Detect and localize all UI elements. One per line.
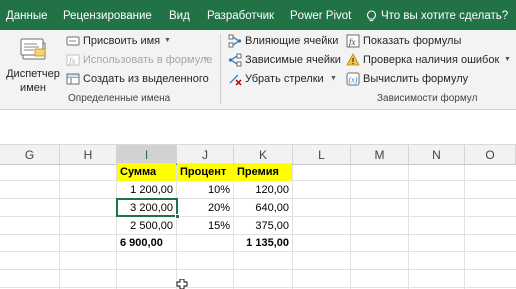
column-header-l[interactable]: L bbox=[293, 145, 351, 165]
formula-auditing-group-label: Зависимости формул bbox=[377, 93, 478, 104]
error-check-icon bbox=[346, 53, 360, 66]
total-cell-percent[interactable] bbox=[177, 234, 233, 252]
svg-text:(x): (x) bbox=[349, 76, 358, 85]
error-checking-button[interactable]: Проверка наличия ошибок ▼ bbox=[346, 51, 512, 69]
grid-line bbox=[59, 165, 60, 289]
header-cell-bonus[interactable]: Премия bbox=[234, 163, 292, 181]
remove-arrows-label: Убрать стрелки bbox=[245, 73, 324, 85]
total-cell-sum[interactable]: 6 900,00 bbox=[117, 234, 176, 252]
ribbon-tab-bar: Данные Рецензирование Вид Разработчик Po… bbox=[0, 0, 516, 30]
column-header-m[interactable]: M bbox=[351, 145, 409, 165]
error-checking-label: Проверка наличия ошибок bbox=[363, 54, 500, 66]
table-cell[interactable]: 375,00 bbox=[234, 217, 292, 235]
evaluate-formula-icon: (x) bbox=[346, 72, 360, 86]
create-from-selection-button[interactable]: Создать из выделенного bbox=[66, 70, 212, 88]
svg-text:fx: fx bbox=[349, 37, 356, 47]
trace-dependents-icon bbox=[228, 53, 242, 67]
assign-name-button[interactable]: Присвоить имя ▼ bbox=[66, 32, 178, 50]
tell-me-search[interactable]: Что вы хотите сделать? bbox=[366, 0, 508, 30]
tab-view[interactable]: Вид bbox=[169, 0, 190, 30]
column-header-n[interactable]: N bbox=[409, 145, 465, 165]
use-in-formula-button[interactable]: fx Использовать в формуле ▼ bbox=[66, 51, 213, 69]
trace-dependents-button[interactable]: Зависимые ячейки bbox=[228, 51, 341, 69]
grid-line bbox=[0, 269, 516, 270]
column-header-o[interactable]: O bbox=[465, 145, 516, 165]
tab-data[interactable]: Данные bbox=[6, 0, 48, 30]
table-cell[interactable]: 15% bbox=[177, 217, 233, 235]
table-cell[interactable]: 640,00 bbox=[234, 199, 292, 217]
name-manager-icon bbox=[20, 38, 46, 60]
evaluate-formula-button[interactable]: (x) Вычислить формулу bbox=[346, 70, 469, 88]
tab-developer[interactable]: Разработчик bbox=[207, 0, 274, 30]
table-cell[interactable]: 20% bbox=[177, 199, 233, 217]
evaluate-formula-label: Вычислить формулу bbox=[363, 73, 469, 85]
name-manager-label-2: имен bbox=[20, 82, 46, 94]
chevron-down-icon: ▼ bbox=[330, 75, 337, 82]
group-separator bbox=[220, 34, 221, 104]
show-formulas-label: Показать формулы bbox=[363, 35, 462, 47]
column-header-j[interactable]: J bbox=[177, 145, 234, 165]
column-header-k[interactable]: K bbox=[234, 145, 293, 165]
tab-review[interactable]: Рецензирование bbox=[63, 0, 152, 30]
show-formulas-button[interactable]: fx Показать формулы bbox=[346, 32, 466, 50]
grid-line bbox=[292, 165, 293, 289]
defined-names-group-label: Определенные имена bbox=[68, 93, 171, 104]
active-cell-selection[interactable] bbox=[116, 198, 178, 217]
remove-arrows-button[interactable]: Убрать стрелки ▼ bbox=[228, 70, 340, 88]
chevron-down-icon: ▼ bbox=[164, 37, 171, 44]
ribbon-body: Диспетчер имен Присвоить имя ▼ fx Исполь… bbox=[0, 30, 516, 110]
trace-precedents-icon bbox=[228, 34, 242, 48]
chevron-down-icon: ▼ bbox=[504, 56, 511, 63]
formula-icon: fx bbox=[66, 54, 80, 66]
cell-cursor-icon bbox=[176, 279, 188, 289]
remove-arrows-icon bbox=[229, 74, 242, 86]
total-cell-bonus[interactable]: 1 135,00 bbox=[234, 234, 292, 252]
formula-bar-area bbox=[0, 111, 516, 145]
header-cell-sum[interactable]: Сумма bbox=[117, 163, 176, 181]
show-formulas-icon: fx bbox=[346, 34, 360, 48]
table-grid-icon bbox=[66, 73, 80, 85]
column-header-h[interactable]: H bbox=[60, 145, 117, 165]
tell-me-text: Что вы хотите сделать? bbox=[381, 10, 509, 22]
chevron-down-icon: ▼ bbox=[202, 56, 209, 63]
column-header-g[interactable]: G bbox=[0, 145, 60, 165]
grid-line bbox=[0, 287, 516, 288]
trace-precedents-label: Влияющие ячейки bbox=[245, 35, 339, 47]
assign-name-label: Присвоить имя bbox=[83, 35, 161, 47]
tab-power-pivot[interactable]: Power Pivot bbox=[290, 0, 351, 30]
tag-icon bbox=[66, 36, 80, 46]
use-in-formula-label: Использовать в формуле bbox=[83, 54, 213, 66]
name-manager-label-1: Диспетчер bbox=[6, 68, 60, 80]
table-cell[interactable]: 10% bbox=[177, 181, 233, 199]
grid-line bbox=[464, 165, 465, 289]
table-cell[interactable]: 120,00 bbox=[234, 181, 292, 199]
name-manager-button[interactable]: Диспетчер имен bbox=[3, 32, 63, 94]
column-header-i[interactable]: I bbox=[117, 145, 177, 165]
trace-dependents-label: Зависимые ячейки bbox=[245, 54, 341, 66]
grid-line bbox=[408, 165, 409, 289]
header-cell-percent[interactable]: Процент bbox=[177, 163, 233, 181]
table-cell[interactable]: 2 500,00 bbox=[117, 217, 176, 235]
table-cell[interactable]: 1 200,00 bbox=[117, 181, 176, 199]
svg-text:fx: fx bbox=[69, 56, 76, 66]
lightbulb-icon bbox=[367, 10, 376, 22]
create-from-selection-label: Создать из выделенного bbox=[83, 73, 209, 85]
grid-line bbox=[350, 165, 351, 289]
trace-precedents-button[interactable]: Влияющие ячейки bbox=[228, 32, 340, 50]
fill-handle[interactable] bbox=[175, 214, 180, 219]
